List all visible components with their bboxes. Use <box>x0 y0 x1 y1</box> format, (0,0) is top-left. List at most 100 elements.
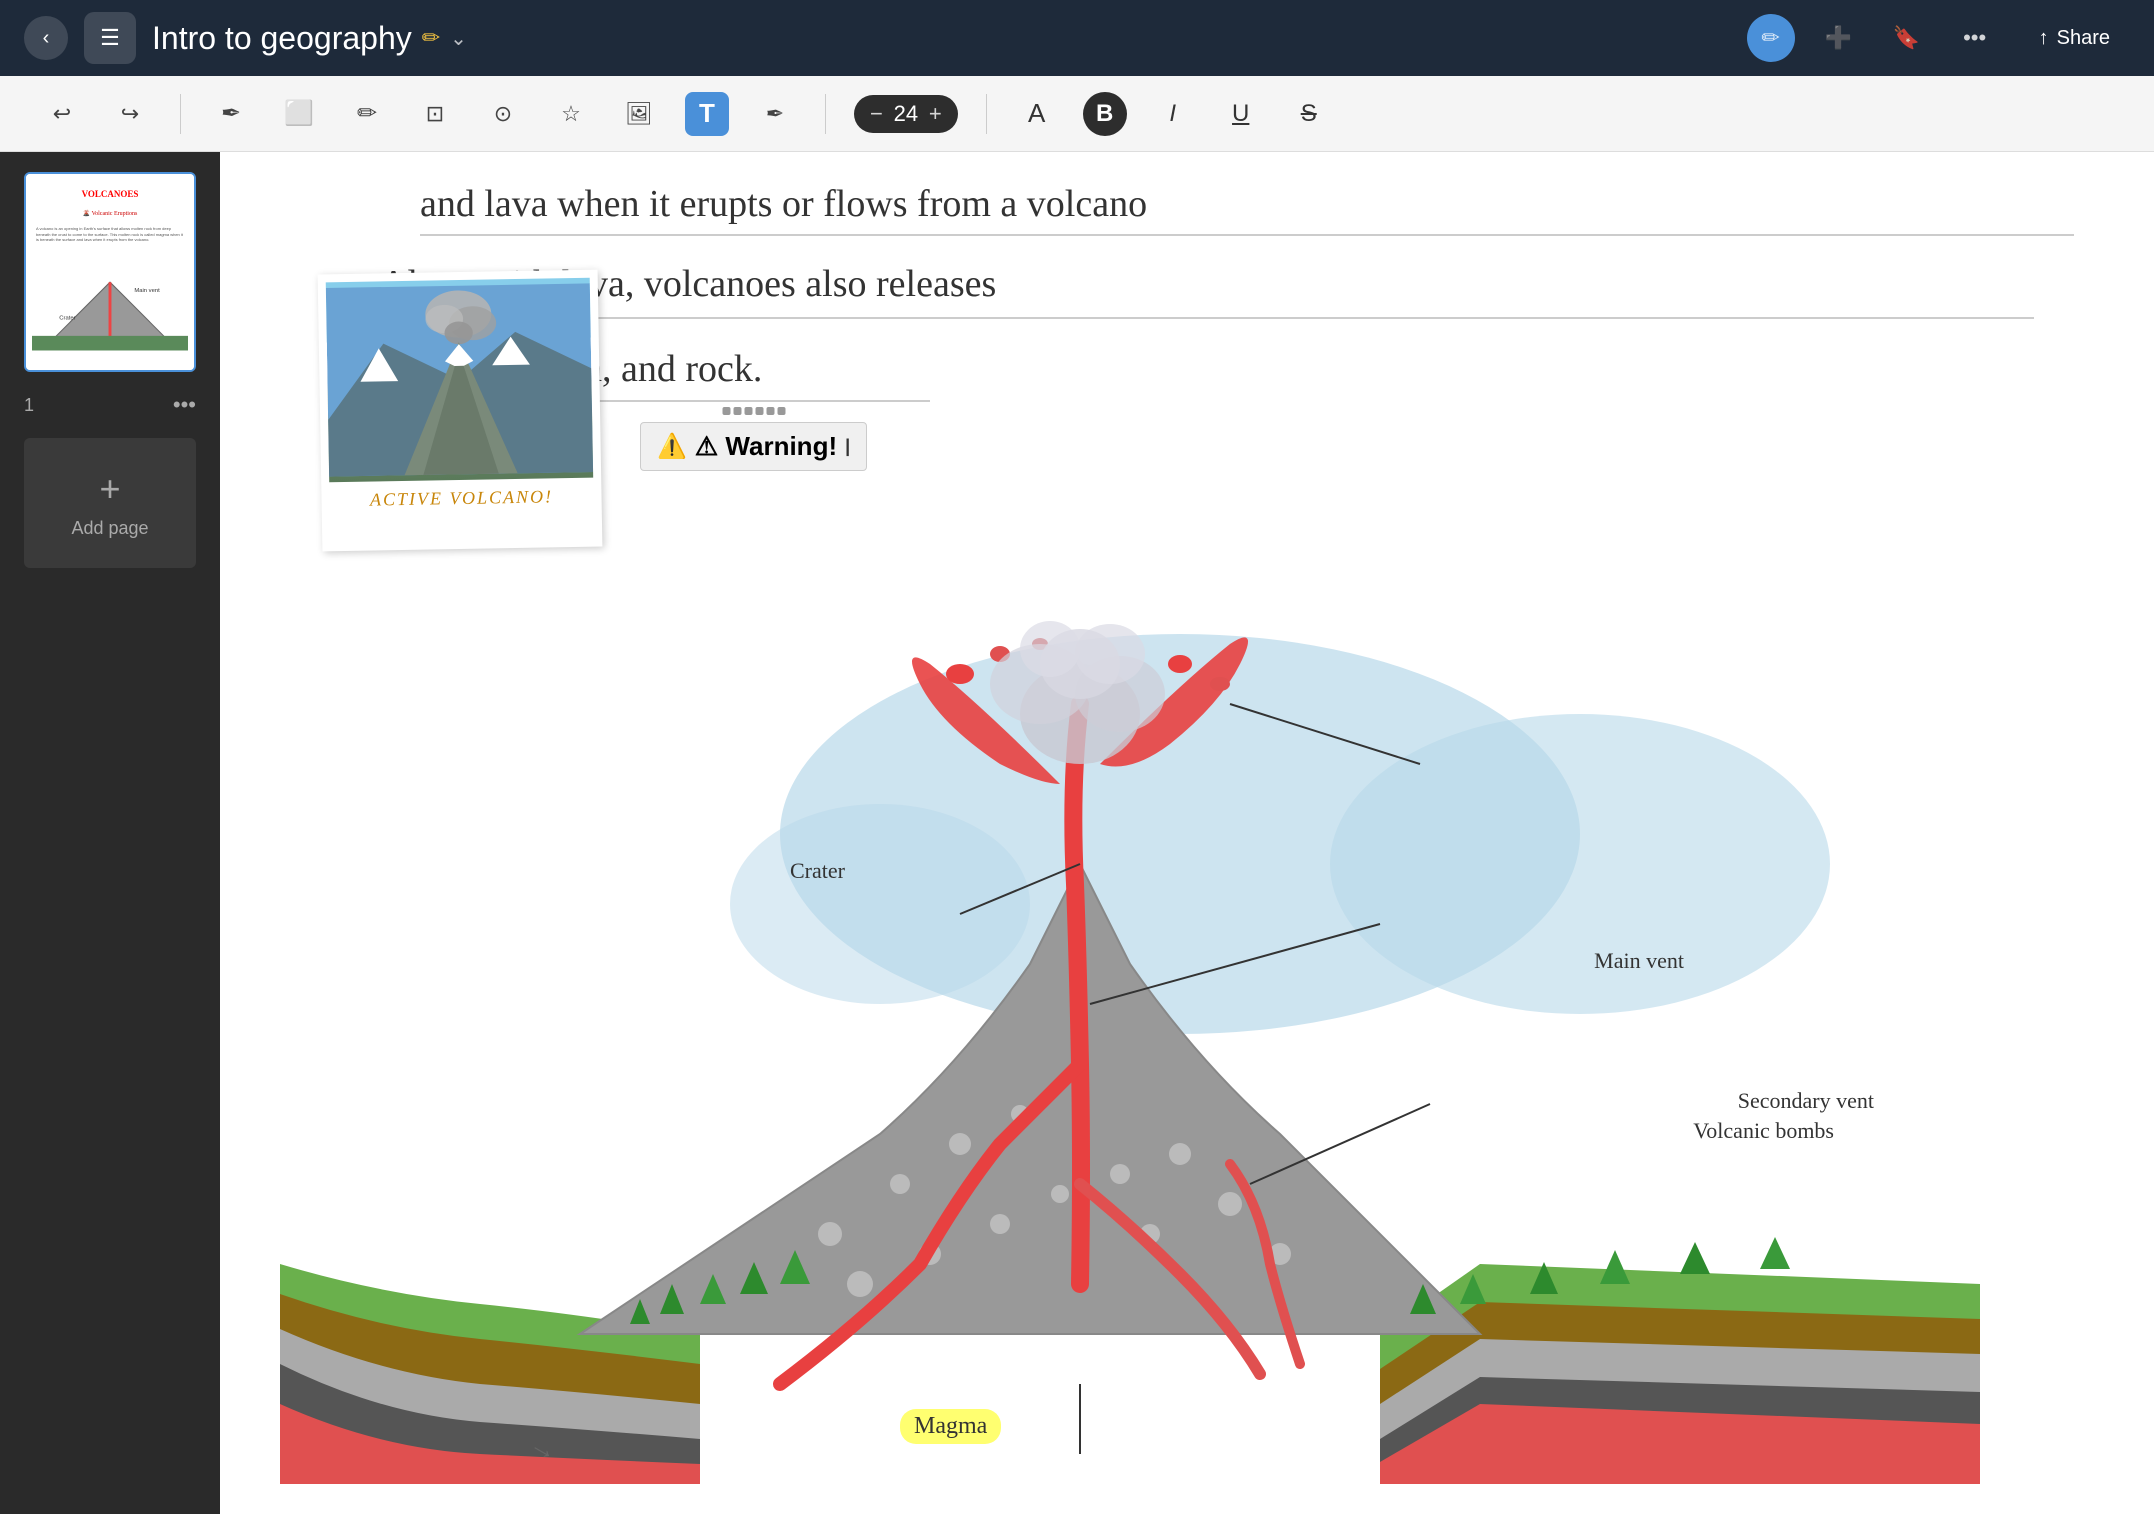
volcano-diagram-svg <box>280 584 1980 1514</box>
image-icon: 🖼 <box>625 101 653 127</box>
font-a-icon: A <box>1028 98 1045 129</box>
text-line-1: and lava when it erupts or flows from a … <box>420 182 1147 226</box>
svg-text:Main vent: Main vent <box>134 288 160 294</box>
pencil-tool-button[interactable]: ✏ <box>345 92 389 136</box>
pencil-icon: ✏ <box>357 99 377 128</box>
strikethrough-button[interactable]: S <box>1287 92 1331 136</box>
italic-button[interactable]: I <box>1151 92 1195 136</box>
marker-tool-button[interactable]: ✒ <box>753 92 797 136</box>
eraser-icon: ⬜ <box>284 99 314 128</box>
pages-panel: VOLCANOES 🌋 Volcanic Eruptions A volcano… <box>0 152 220 1514</box>
share-icon: ↑ <box>2039 27 2049 50</box>
star-icon: ☆ <box>561 101 581 127</box>
select-tool-button[interactable]: ⊡ <box>413 92 457 136</box>
handle-dot-4 <box>755 407 763 415</box>
font-a-button[interactable]: A <box>1015 92 1059 136</box>
notebook-icon-btn[interactable]: ☰ <box>84 12 136 64</box>
handle-dot-5 <box>766 407 774 415</box>
undo-button[interactable]: ↩ <box>40 92 84 136</box>
volcano-photo-svg <box>326 278 593 483</box>
font-size-decrease-button[interactable]: − <box>870 101 883 127</box>
bold-icon: B <box>1096 100 1113 128</box>
underline-2 <box>380 317 2034 319</box>
header-right: ✏ ➕ 🔖 ••• ↑ Share <box>1747 14 2130 62</box>
magma-label: Magma <box>900 1409 1001 1444</box>
header-left: ‹ ☰ Intro to geography ✏ ⌄ <box>24 12 467 64</box>
eraser-tool-button[interactable]: ⬜ <box>277 92 321 136</box>
chevron-down-icon[interactable]: ⌄ <box>450 26 467 51</box>
main-vent-label: Main vent <box>1594 948 1684 974</box>
handle-dot-6 <box>777 407 785 415</box>
pencil-icon: ✏ <box>422 25 440 51</box>
font-size-increase-button[interactable]: + <box>929 101 942 127</box>
more-options-button[interactable]: ••• <box>1951 14 1999 62</box>
pen-tool-header-button[interactable]: ✏ <box>1747 14 1795 62</box>
add-page-button[interactable]: + Add page <box>24 438 196 568</box>
page-number-area: 1 ••• <box>24 388 196 422</box>
add-icon: ➕ <box>1825 25 1852 51</box>
share-button[interactable]: ↑ Share <box>2019 17 2130 60</box>
thumbnail-drawing: VOLCANOES 🌋 Volcanic Eruptions A volcano… <box>26 174 194 370</box>
toolbar-divider-2 <box>825 94 826 134</box>
thumb-diagram-area: Main vent Crater <box>32 249 188 364</box>
canvas-area[interactable]: and lava when it erupts or flows from a … <box>220 152 2154 1514</box>
pen-tool-button[interactable]: ✒ <box>209 92 253 136</box>
crater-label: Crater <box>790 858 845 884</box>
bookmark-button[interactable]: 🔖 <box>1883 14 1931 62</box>
underline-icon: U <box>1232 100 1249 128</box>
warning-text-box[interactable]: ⚠️ ⚠ Warning! | <box>640 422 867 471</box>
warning-label: ⚠ Warning! <box>695 431 837 462</box>
redo-button[interactable]: ↪ <box>108 92 152 136</box>
page-1-thumbnail[interactable]: VOLCANOES 🌋 Volcanic Eruptions A volcano… <box>24 172 196 372</box>
thumbnail-svg: Main vent Crater <box>32 249 188 364</box>
marker-icon: ✒ <box>766 101 784 127</box>
notebook-icon: ☰ <box>100 25 120 51</box>
add-page-label: Add page <box>71 518 148 539</box>
add-page-header-button[interactable]: ➕ <box>1815 14 1863 62</box>
underline-1 <box>420 234 2074 236</box>
toolbar-divider-3 <box>986 94 987 134</box>
volcano-photo: ACTIVE VOLCANO! <box>318 270 603 552</box>
svg-text:Crater: Crater <box>59 315 75 321</box>
handle-dot-1 <box>722 407 730 415</box>
lasso-tool-button[interactable]: ⊙ <box>481 92 525 136</box>
ellipsis-icon: ••• <box>1963 25 1986 51</box>
secondary-vent-label: Secondary vent <box>1738 1088 1874 1114</box>
image-tool-button[interactable]: 🖼 <box>617 92 661 136</box>
lasso-icon: ⊙ <box>494 101 512 127</box>
add-page-plus-icon: + <box>99 468 120 510</box>
drag-handle <box>722 407 785 415</box>
back-button[interactable]: ‹ <box>24 16 68 60</box>
title-area: Intro to geography ✏ ⌄ <box>152 20 467 57</box>
volcanic-bombs-label: Volcanic bombs <box>1693 1118 1834 1144</box>
font-size-control: − 24 + <box>854 95 958 133</box>
thumb-text: A volcano is an opening in Earth's surfa… <box>32 224 188 245</box>
handle-dot-2 <box>733 407 741 415</box>
document-title: Intro to geography <box>152 20 412 57</box>
pen-icon: ✒ <box>221 99 241 128</box>
text-tool-button[interactable]: T <box>685 92 729 136</box>
font-size-value: 24 <box>891 101 921 127</box>
underline-button[interactable]: U <box>1219 92 1263 136</box>
italic-icon: I <box>1169 100 1176 128</box>
select-icon: ⊡ <box>426 101 444 127</box>
thumb-title: VOLCANOES 🌋 Volcanic Eruptions <box>32 180 188 224</box>
bold-button[interactable]: B <box>1083 92 1127 136</box>
page-thumbnail-content: VOLCANOES 🌋 Volcanic Eruptions A volcano… <box>26 174 194 370</box>
star-tool-button[interactable]: ☆ <box>549 92 593 136</box>
undo-icon: ↩ <box>53 101 71 127</box>
text-icon: T <box>699 98 715 129</box>
bookmark-icon: 🔖 <box>1893 25 1920 51</box>
back-icon: ‹ <box>43 27 50 50</box>
redo-icon: ↪ <box>121 101 139 127</box>
header: ‹ ☰ Intro to geography ✏ ⌄ ✏ ➕ 🔖 ••• ↑ S… <box>0 0 2154 76</box>
warning-icon: ⚠️ <box>657 432 687 461</box>
share-label: Share <box>2057 27 2110 50</box>
page-more-button[interactable]: ••• <box>173 392 196 418</box>
strikethrough-icon: S <box>1301 100 1317 128</box>
drawing-toolbar: ↩ ↪ ✒ ⬜ ✏ ⊡ ⊙ ☆ 🖼 T ✒ − 24 + A B I <box>0 76 2154 152</box>
photo-caption: ACTIVE VOLCANO! <box>329 486 593 512</box>
volcano-photo-image <box>326 278 593 483</box>
canvas-content: and lava when it erupts or flows from a … <box>220 152 2154 1514</box>
pen-icon: ✏ <box>1761 25 1779 51</box>
